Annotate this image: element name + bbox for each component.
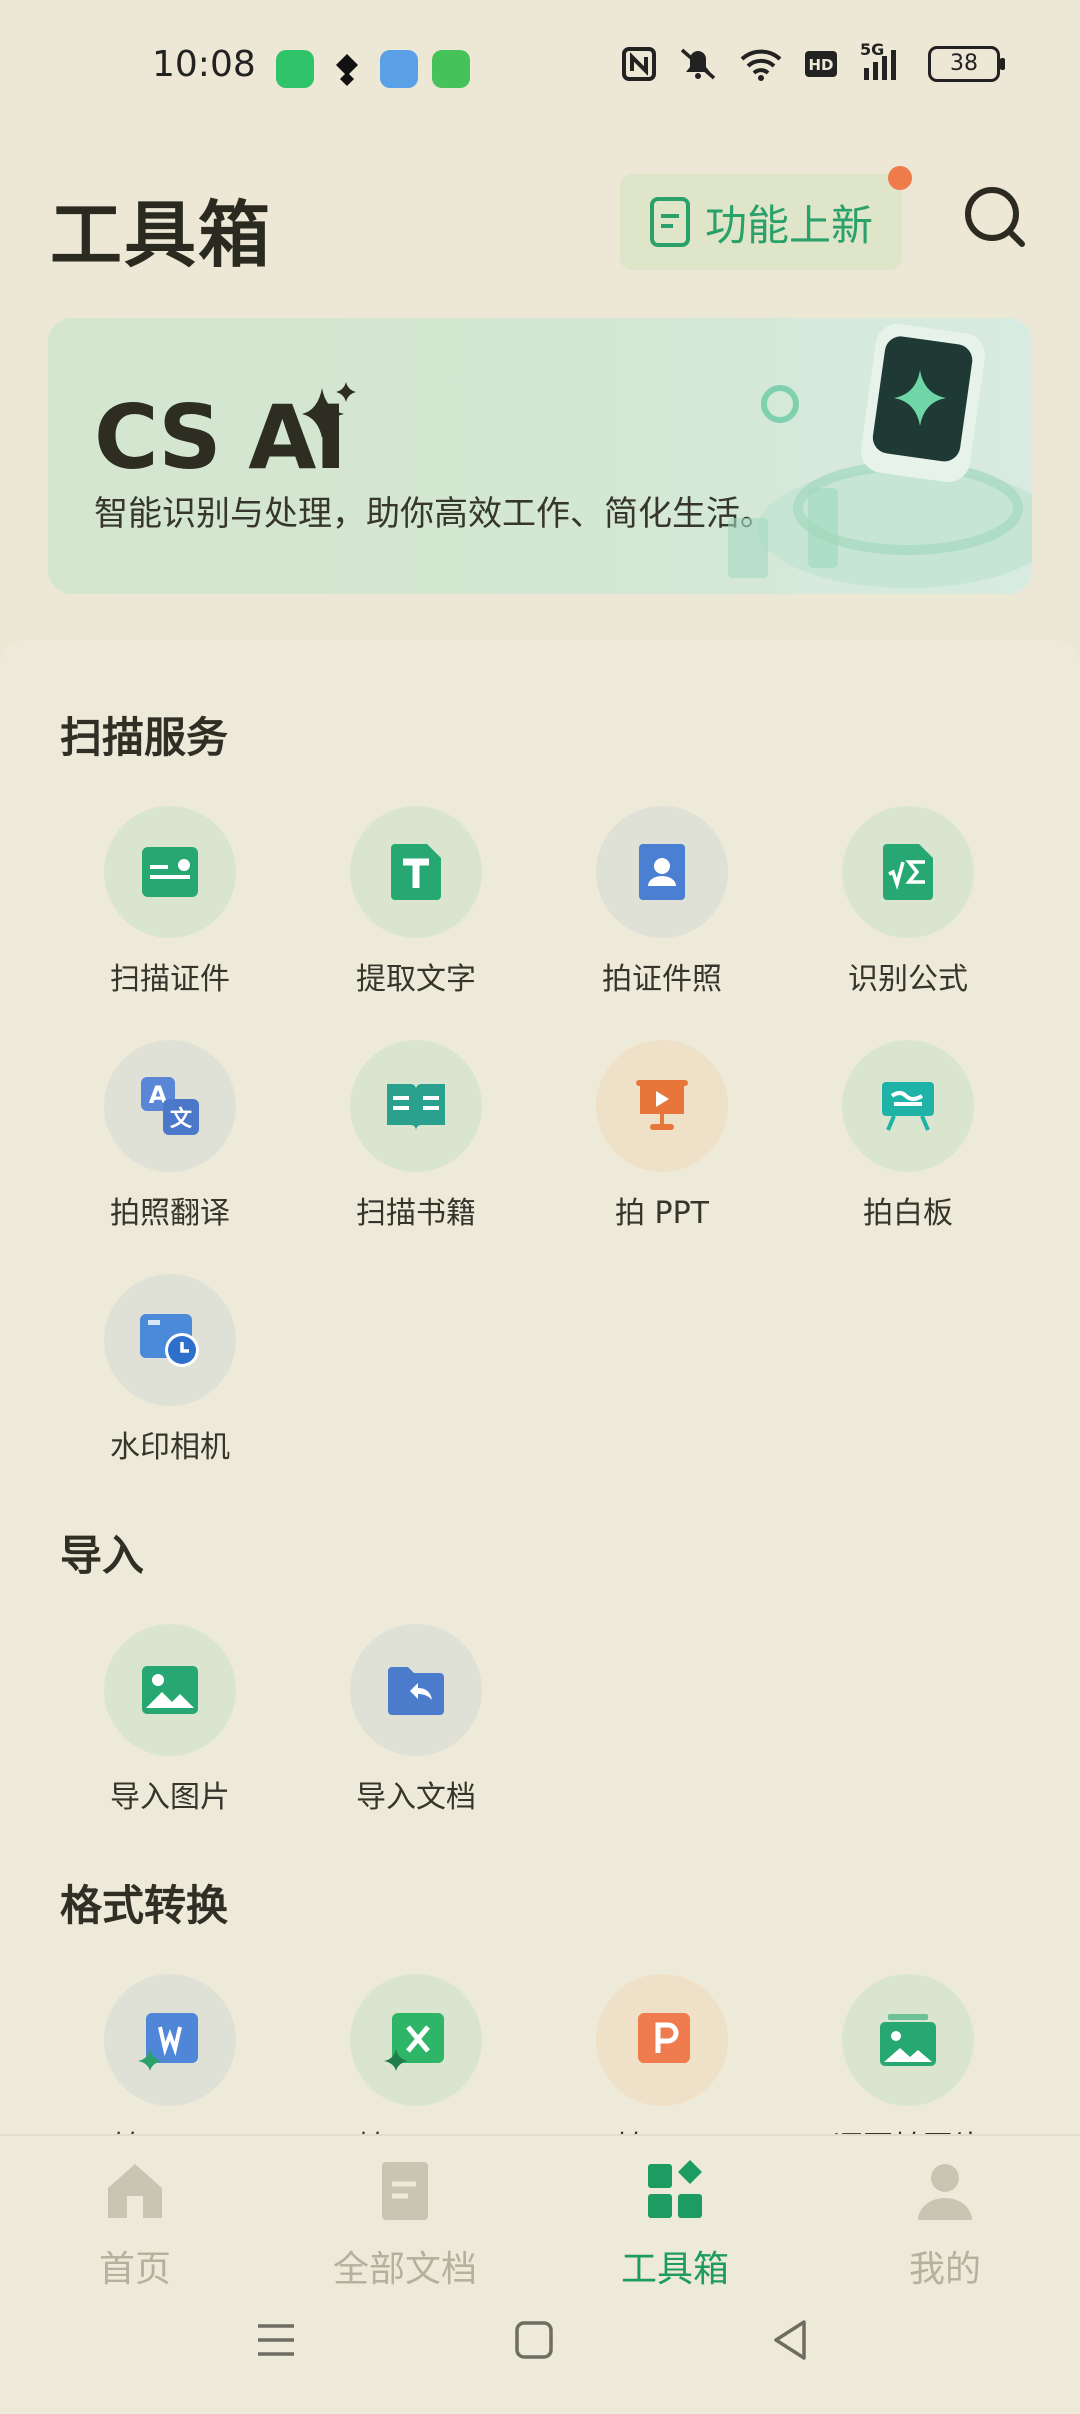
tool-label: 提取文字	[356, 962, 476, 997]
nav-home[interactable]: 首页	[0, 2136, 270, 2292]
id-card-icon	[142, 847, 198, 897]
whats-new-label: 功能上新	[704, 200, 873, 250]
profile-icon	[918, 2164, 972, 2220]
section-title-import: 导入	[60, 1531, 145, 1580]
home-square-icon[interactable]	[514, 2320, 554, 2360]
nav-all-documents[interactable]: 全部文档	[270, 2136, 540, 2292]
svg-text:HD: HD	[808, 56, 833, 74]
ai-illustration	[728, 323, 1032, 588]
battery-icon: 38	[928, 46, 1005, 82]
sparkle-icon	[302, 382, 356, 438]
notification-dot	[888, 166, 912, 190]
messages-app-icon	[432, 50, 470, 88]
translate-icon: A文	[141, 1077, 199, 1135]
documents-icon	[382, 2162, 428, 2220]
tool-label: 拍证件照	[602, 962, 722, 997]
document-list-icon	[649, 197, 690, 247]
word-icon	[138, 2013, 198, 2071]
nav-label: 工具箱	[620, 2249, 729, 2290]
cs-ai-banner[interactable]: CS AI 智能识别与处理，助你高效工作、简化生活。	[48, 318, 1032, 594]
search-button[interactable]	[960, 182, 1030, 252]
tool-formula[interactable]: 识别公式	[785, 806, 1031, 1006]
ppt-icon	[638, 2013, 690, 2063]
menu-icon[interactable]	[256, 2320, 296, 2360]
tool-import-document[interactable]: 导入文档	[293, 1624, 539, 1824]
tool-label: 拍 PPT	[614, 1196, 710, 1231]
svg-text:文: 文	[170, 1106, 193, 1132]
tool-extract-text[interactable]: 提取文字	[293, 806, 539, 1006]
id-photo-icon	[639, 844, 685, 900]
whats-new-button[interactable]: 功能上新	[620, 174, 902, 270]
tool-translate[interactable]: A文 拍照翻译	[47, 1040, 293, 1240]
page-title: 工具箱	[50, 193, 273, 277]
wifi-icon	[740, 49, 782, 81]
nav-toolbox[interactable]: 工具箱	[540, 2136, 810, 2292]
nfc-icon	[622, 47, 656, 81]
section-title-scan: 扫描服务	[60, 713, 229, 762]
book-icon	[387, 1084, 445, 1130]
home-icon	[108, 2164, 162, 2218]
status-time: 10:08	[152, 44, 256, 85]
nav-label: 我的	[908, 2249, 981, 2290]
tool-label: 水印相机	[110, 1430, 230, 1465]
hd-icon: HD	[805, 51, 837, 77]
excel-icon	[384, 2013, 444, 2071]
tool-scan-book[interactable]: 扫描书籍	[293, 1040, 539, 1240]
text-extract-icon	[391, 844, 441, 900]
nav-label: 首页	[98, 2249, 171, 2290]
weather-app-icon	[380, 50, 418, 88]
tool-import-image[interactable]: 导入图片	[47, 1624, 293, 1824]
watermark-camera-icon	[140, 1314, 199, 1367]
whiteboard-icon	[882, 1082, 934, 1131]
tool-label: 拍照翻译	[110, 1196, 230, 1231]
nav-profile[interactable]: 我的	[810, 2136, 1080, 2292]
tool-capture-ppt[interactable]: 拍 PPT	[539, 1040, 785, 1240]
tool-id-photo[interactable]: 拍证件照	[539, 806, 785, 1006]
bottom-nav: 首页 全部文档 工具箱 我的	[0, 2134, 1080, 2414]
tool-label: 识别公式	[848, 962, 968, 997]
mute-icon	[680, 48, 716, 80]
image-import-icon	[142, 1666, 198, 1714]
ppt-capture-icon	[636, 1080, 688, 1130]
search-icon	[965, 187, 1025, 247]
tool-label: 扫描证件	[110, 962, 230, 997]
tool-label: 导入图片	[110, 1780, 230, 1815]
nav-label: 全部文档	[332, 2249, 477, 2290]
document-import-icon	[388, 1667, 444, 1715]
signal-icon: 5G	[860, 40, 906, 82]
tool-label: 导入文档	[356, 1780, 476, 1815]
tool-label: 扫描书籍	[356, 1196, 476, 1231]
app-notification-icon	[328, 50, 366, 88]
tool-whiteboard[interactable]: 拍白板	[785, 1040, 1031, 1240]
app-notification-icon	[276, 50, 314, 88]
section-title-convert: 格式转换	[60, 1881, 229, 1930]
to-image-icon	[880, 2014, 936, 2066]
toolbox-icon	[648, 2160, 702, 2218]
tool-scan-id[interactable]: 扫描证件	[47, 806, 293, 1006]
banner-subtitle: 智能识别与处理，助你高效工作、简化生活。	[94, 494, 774, 534]
tool-label: 拍白板	[863, 1196, 953, 1231]
formula-icon	[883, 844, 933, 900]
back-icon[interactable]	[770, 2318, 810, 2362]
status-bar: 10:08 HD 5G 38	[0, 0, 1080, 130]
tool-watermark-camera[interactable]: 水印相机	[47, 1274, 293, 1474]
